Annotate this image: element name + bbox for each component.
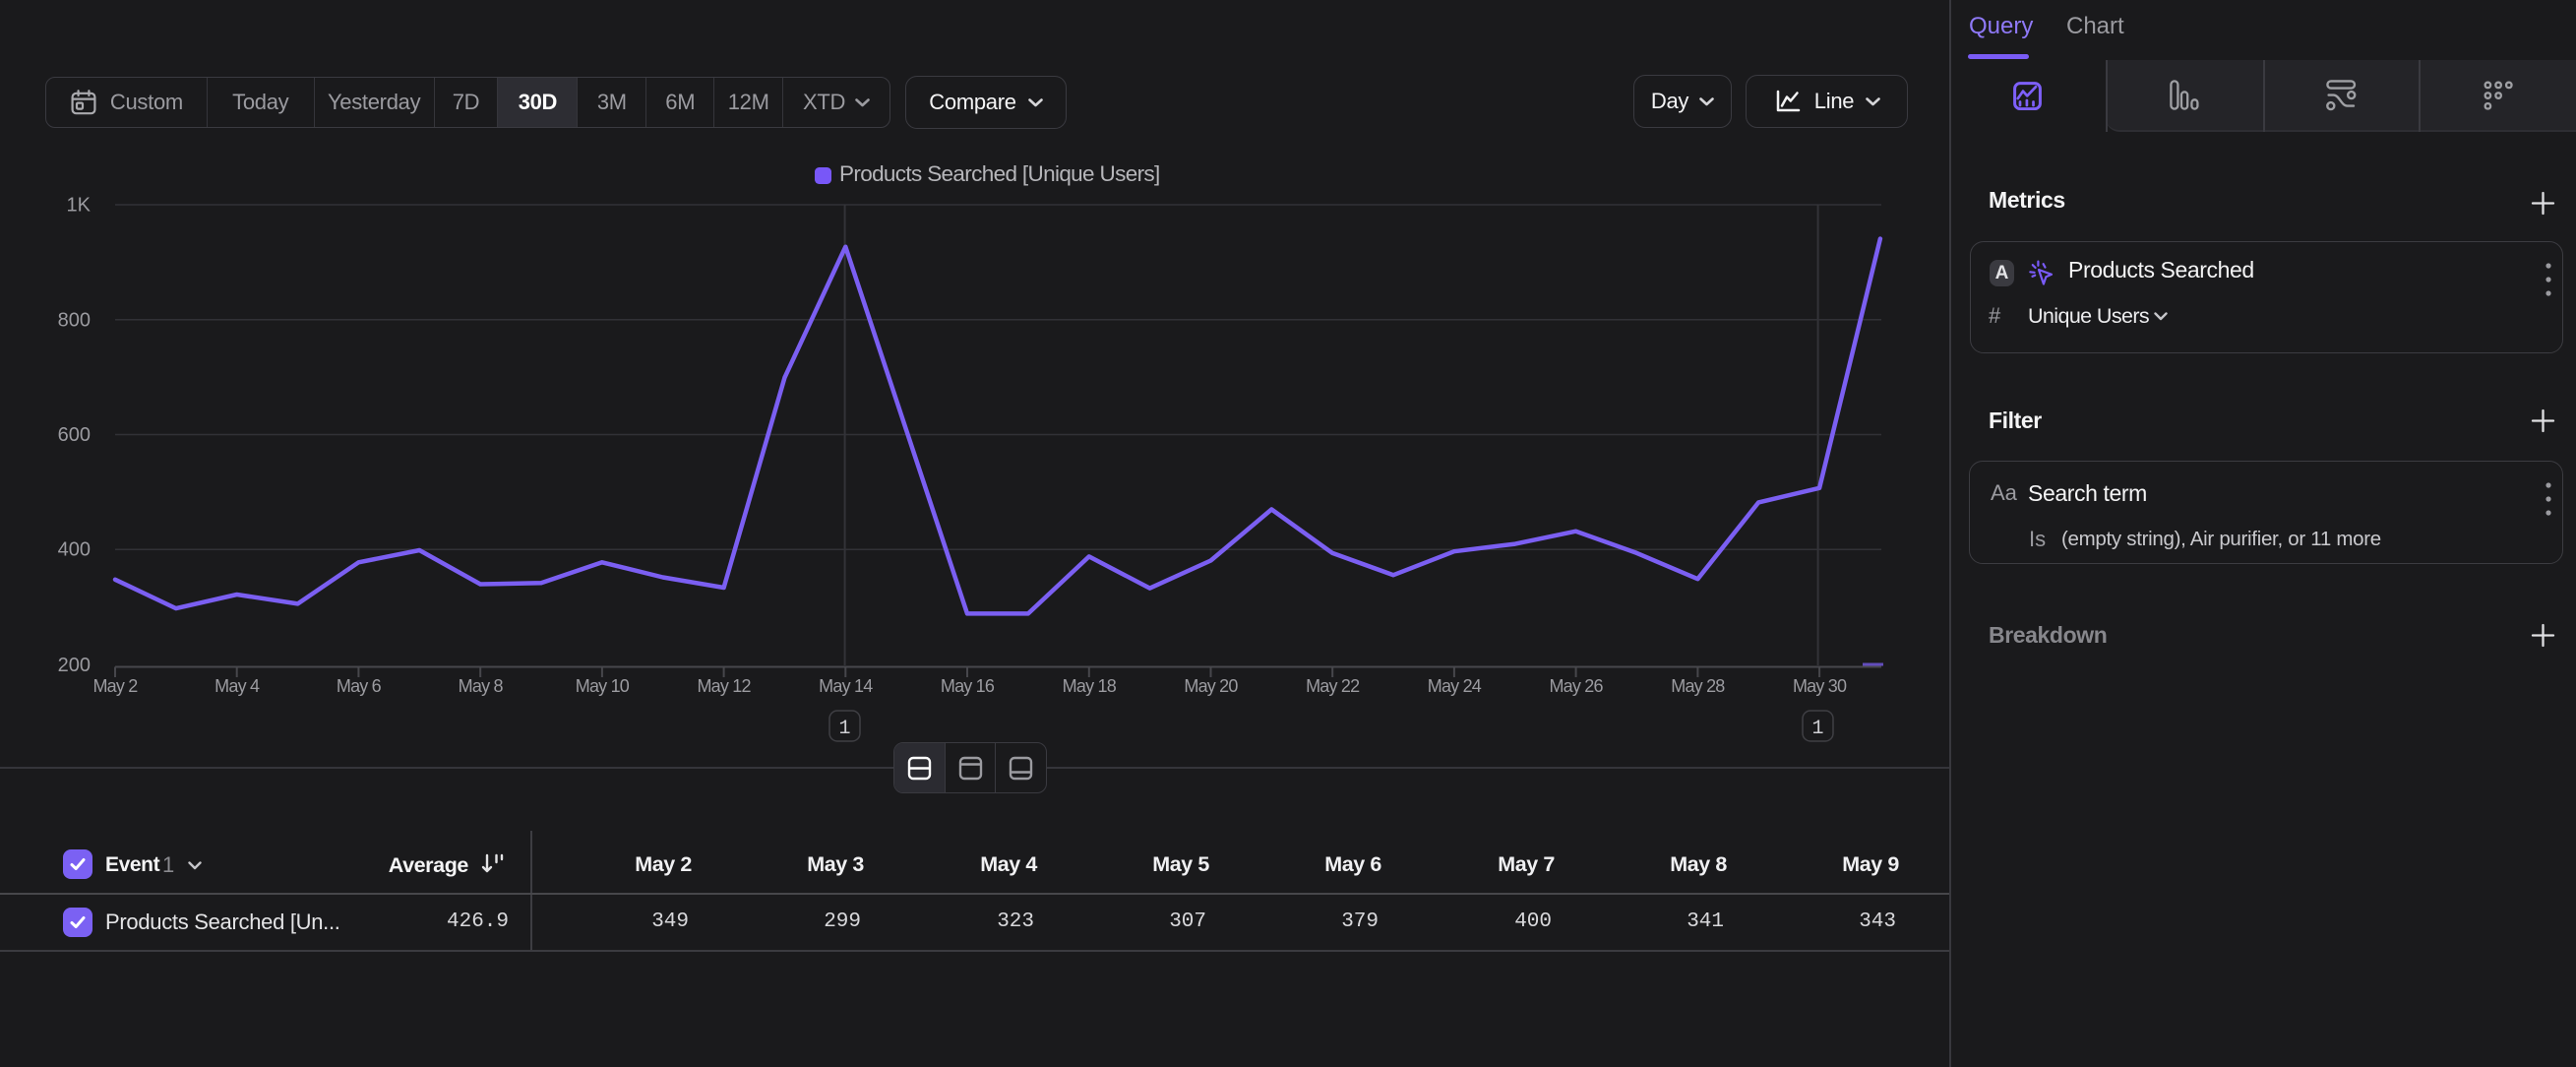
svg-text:May 4: May 4: [215, 676, 260, 696]
svg-text:May 22: May 22: [1306, 676, 1360, 696]
svg-text:May 16: May 16: [941, 676, 995, 696]
svg-text:May 8: May 8: [459, 676, 504, 696]
svg-text:May 26: May 26: [1549, 676, 1603, 696]
svg-text:May 10: May 10: [576, 676, 630, 696]
svg-text:May 6: May 6: [337, 676, 382, 696]
svg-text:1: 1: [1811, 718, 1823, 740]
svg-text:400: 400: [58, 539, 91, 561]
svg-text:May 2: May 2: [92, 676, 138, 696]
svg-text:May 28: May 28: [1671, 676, 1725, 696]
svg-text:May 14: May 14: [819, 676, 873, 696]
svg-text:1K: 1K: [67, 195, 92, 217]
svg-text:May 30: May 30: [1793, 676, 1847, 696]
svg-text:May 18: May 18: [1063, 676, 1117, 696]
svg-text:May 20: May 20: [1184, 676, 1238, 696]
svg-text:200: 200: [58, 655, 91, 676]
svg-text:600: 600: [58, 424, 91, 446]
svg-text:800: 800: [58, 309, 91, 331]
svg-text:May 24: May 24: [1428, 676, 1482, 696]
svg-text:1: 1: [838, 718, 850, 740]
svg-text:May 12: May 12: [697, 676, 751, 696]
